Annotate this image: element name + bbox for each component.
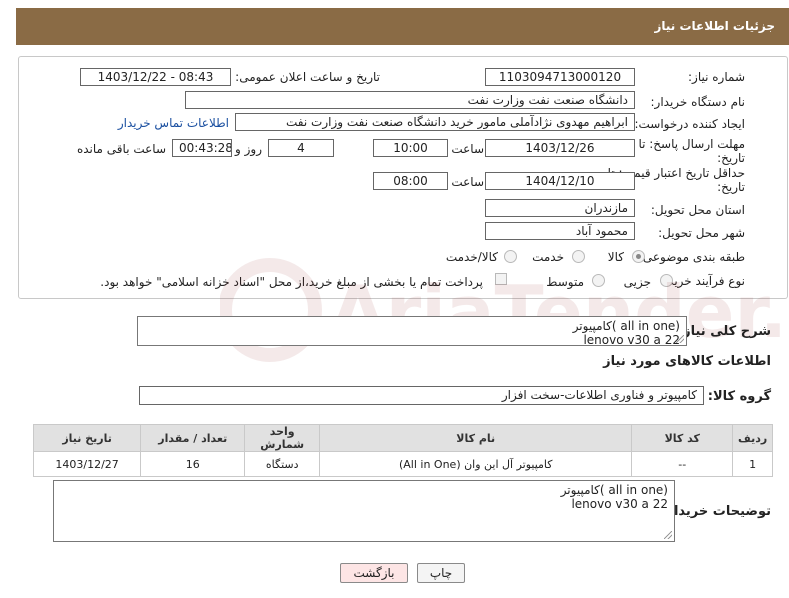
treasury-payment-note: پرداخت تمام یا بخشی از مبلغ خرید،از محل … [100, 275, 483, 289]
validity-time-field[interactable]: 08:00 [373, 172, 448, 190]
city-field[interactable]: محمود آباد [485, 222, 635, 240]
requester-field[interactable]: ابراهیم مهدوی نژادآملی مامور خرید دانشگا… [235, 113, 635, 131]
cell-qty: 16 [140, 451, 246, 477]
process-radio-minor[interactable] [660, 274, 673, 287]
deadline-date-label: تاریخ: [717, 151, 745, 165]
buyer-org-label: نام دستگاه خریدار: [650, 95, 746, 109]
col-date: تاریخ نیاز [32, 424, 142, 452]
description-textarea[interactable]: کامپیوتر( all in one) lenovo v30 a 22 [137, 316, 687, 347]
process-option-medium: متوسط [546, 275, 584, 289]
deadline-date-field[interactable]: 1403/12/26 [485, 139, 635, 157]
buyer-contact-link[interactable]: اطلاعات تماس خریدار [118, 116, 229, 130]
validity-date-field[interactable]: 1404/12/10 [485, 172, 635, 190]
description-line-2: lenovo v30 a 22 [583, 333, 680, 347]
treasury-payment-checkbox[interactable] [495, 273, 507, 285]
deadline-time-field[interactable]: 10:00 [373, 139, 448, 157]
col-unit: واحد شمارش [244, 424, 321, 452]
cell-unit: دستگاه [244, 451, 321, 477]
cell-name: کامپیوتر آل این وان (All in One) [319, 451, 633, 477]
announce-field[interactable]: 1403/12/22 - 08:43 [80, 68, 231, 86]
col-code: کد کالا [631, 424, 734, 452]
buyer-notes-line-1: کامپیوتر( all in one) [560, 483, 668, 497]
deadline-time-label: ساعت [451, 142, 484, 156]
back-button[interactable]: بازگشت [340, 563, 408, 583]
category-option-goods: کالا [607, 250, 624, 264]
goods-group-field[interactable]: کامپیوتر و فناوری اطلاعات-سخت افزار [139, 386, 704, 405]
table-row[interactable]: 1 -- کامپیوتر آل این وان (All in One) دس… [32, 451, 773, 477]
cell-code: -- [631, 451, 734, 477]
city-label: شهر محل تحویل: [658, 226, 745, 240]
print-button[interactable]: چاپ [417, 563, 465, 583]
col-row: ردیف [732, 424, 773, 452]
buyer-notes-textarea[interactable]: کامپیوتر( all in one) lenovo v30 a 22 [53, 480, 675, 542]
buyer-org-field[interactable]: دانشگاه صنعت نفت وزارت نفت [185, 91, 635, 109]
announce-label: تاریخ و ساعت اعلان عمومی: [235, 70, 380, 84]
validity-date-label: تاریخ: [717, 180, 745, 194]
cell-date: 1403/12/27 [32, 451, 142, 477]
resize-grip-icon[interactable] [664, 531, 672, 539]
cell-row: 1 [732, 451, 773, 477]
goods-group-label: گروه کالا: [707, 389, 771, 404]
col-name: نام کالا [319, 424, 633, 452]
category-radio-goods-service[interactable] [504, 250, 517, 263]
need-number-field[interactable]: 1103094713000120 [485, 68, 635, 86]
resize-grip-icon[interactable] [676, 335, 684, 343]
days-field[interactable]: 4 [268, 139, 334, 157]
goods-table: ردیف کد کالا نام کالا واحد شمارش تعداد /… [32, 424, 773, 477]
province-label: استان محل تحویل: [650, 203, 745, 217]
category-radio-service[interactable] [572, 250, 585, 263]
process-option-minor: جزیی [623, 275, 651, 289]
requester-label: ایجاد کننده درخواست: [634, 117, 745, 131]
page-header: جزئیات اطلاعات نیاز [16, 8, 789, 45]
category-option-goods-service: کالا/خدمت [445, 250, 498, 264]
description-line-1: کامپیوتر( all in one) [572, 319, 680, 333]
validity-time-label: ساعت [451, 175, 484, 189]
need-number-label: شماره نیاز: [688, 70, 745, 84]
category-radio-goods[interactable] [632, 250, 645, 263]
buyer-notes-label: توضیحات خریدار: [661, 504, 771, 519]
days-label: روز و [235, 142, 262, 156]
description-label: شرح کلی نیاز: [677, 324, 771, 339]
category-option-service: خدمت [532, 250, 564, 264]
goods-section-title: اطلاعات کالاهای مورد نیاز [603, 354, 771, 369]
category-label: طبقه بندی موضوعی: [638, 250, 745, 264]
deadline-label: مهلت ارسال پاسخ: تا [638, 137, 745, 151]
province-field[interactable]: مازندران [485, 199, 635, 217]
col-qty: تعداد / مقدار [140, 424, 246, 452]
process-radio-medium[interactable] [592, 274, 605, 287]
buyer-notes-line-2: lenovo v30 a 22 [571, 497, 668, 511]
goods-table-header: ردیف کد کالا نام کالا واحد شمارش تعداد /… [32, 424, 773, 452]
remaining-label: ساعت باقی مانده [76, 142, 166, 156]
remaining-time-field[interactable]: 00:43:28 [172, 139, 232, 157]
